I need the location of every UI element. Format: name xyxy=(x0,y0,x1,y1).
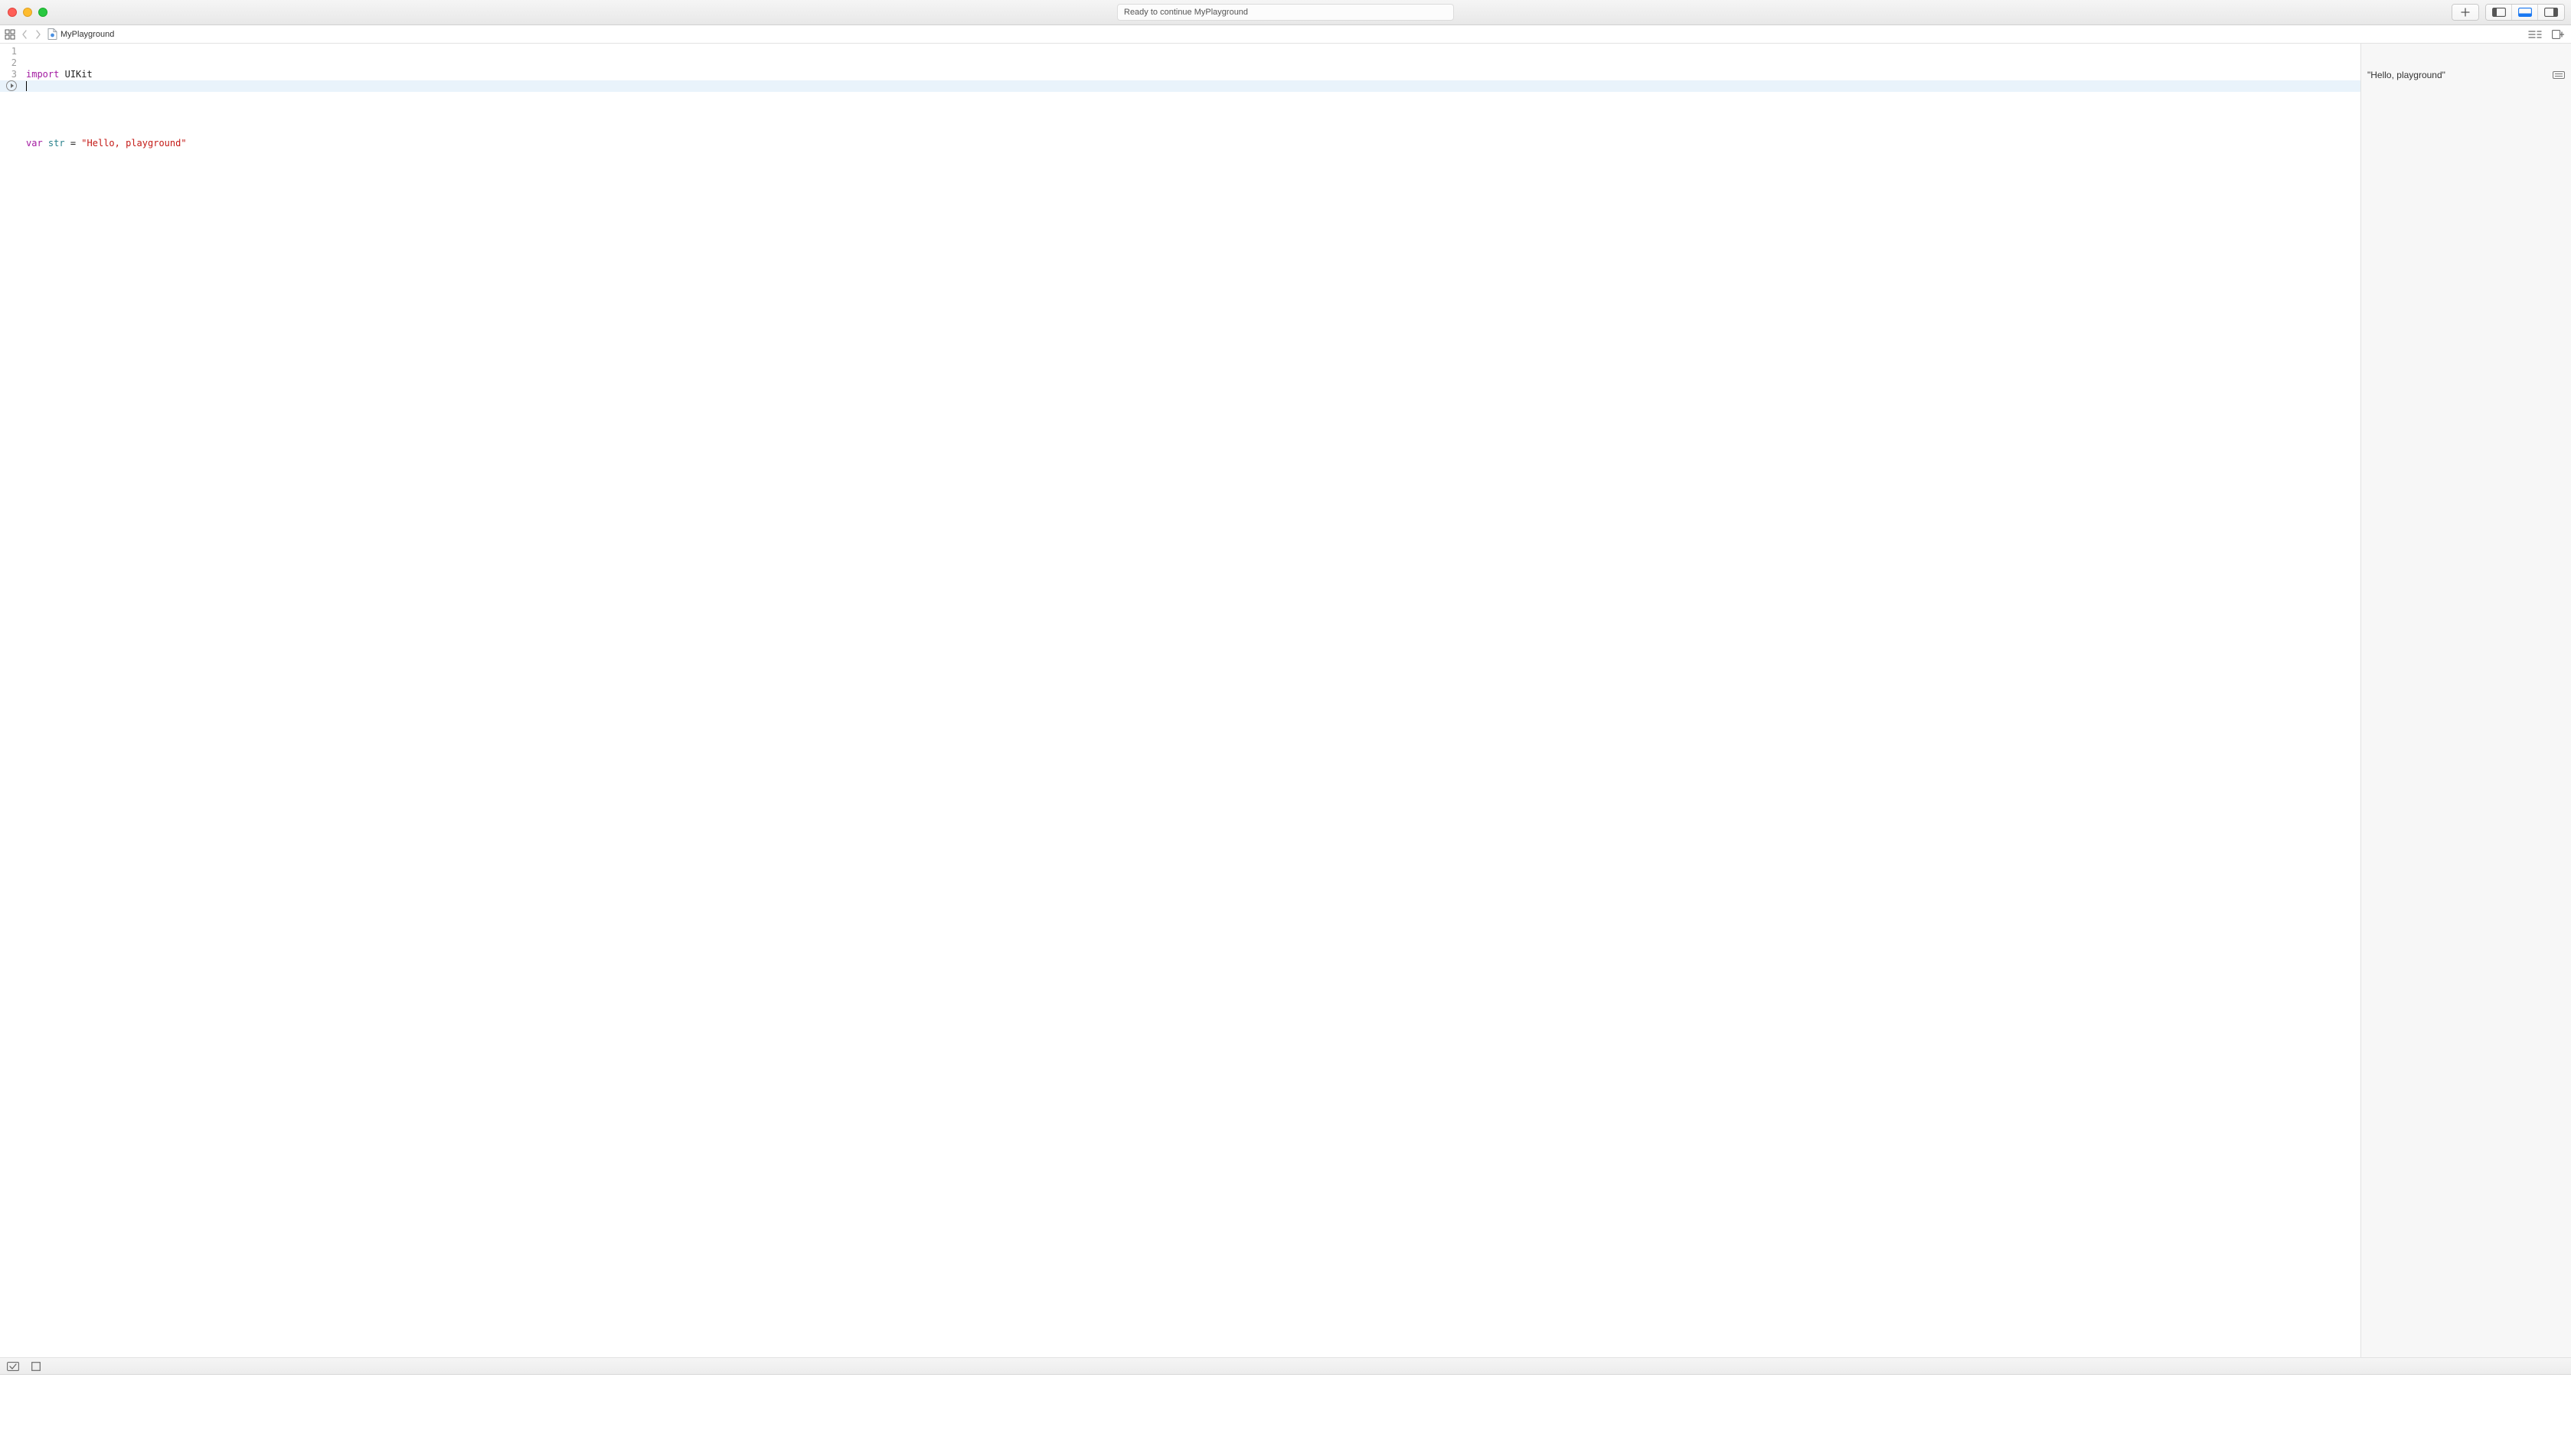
line-number: 3 xyxy=(0,69,23,80)
history-back-button[interactable] xyxy=(20,30,29,39)
code-content[interactable]: import UIKit var str = "Hello, playgroun… xyxy=(26,46,2360,207)
identifier: str xyxy=(48,138,65,149)
window-controls xyxy=(8,8,47,17)
code-editor[interactable]: 1 2 3 import UIKit var str = "Hello, pla… xyxy=(0,44,2360,1357)
main-area: 1 2 3 import UIKit var str = "Hello, pla… xyxy=(0,44,2571,1358)
chevron-right-icon xyxy=(35,30,41,39)
result-value: "Hello, playground" xyxy=(2367,70,2445,80)
swift-document-icon xyxy=(47,28,57,40)
window-titlebar: Ready to continue MyPlayground xyxy=(0,0,2571,25)
run-playground-button[interactable] xyxy=(6,80,17,91)
text-caret xyxy=(26,81,27,91)
right-panel-icon xyxy=(2544,8,2558,17)
module-name: UIKit xyxy=(65,69,93,80)
line-number: 2 xyxy=(0,57,23,69)
library-add-button[interactable] xyxy=(2452,5,2478,20)
related-items-button[interactable] xyxy=(5,29,15,40)
toggle-debug-area-button[interactable] xyxy=(2512,5,2538,20)
toggle-breakpoints-button[interactable] xyxy=(6,1360,20,1373)
toggle-inspectors-button[interactable] xyxy=(2538,5,2564,20)
window-close-button[interactable] xyxy=(8,8,17,17)
paragraph-lines-icon xyxy=(2528,30,2542,39)
jump-bar-left: MyPlayground xyxy=(5,28,114,40)
quick-look-icon[interactable] xyxy=(2553,71,2565,79)
editor-options-button[interactable] xyxy=(2527,28,2543,41)
debug-view-button[interactable] xyxy=(29,1360,43,1373)
panel-toggle-group xyxy=(2485,4,2565,21)
code-line xyxy=(26,172,2360,184)
results-sidebar: "Hello, playground" xyxy=(2360,44,2571,1357)
plus-icon xyxy=(2460,7,2471,18)
keyword: var xyxy=(26,138,43,149)
result-row[interactable]: "Hello, playground" xyxy=(2361,69,2571,80)
debug-toolbar xyxy=(0,1358,2571,1375)
code-line: import UIKit xyxy=(26,69,2360,80)
window-minimize-button[interactable] xyxy=(23,8,32,17)
window-zoom-button[interactable] xyxy=(38,8,47,17)
line-number: 1 xyxy=(0,46,23,57)
keyword: import xyxy=(26,69,59,80)
jump-bar-right xyxy=(2527,28,2566,41)
bottom-panel-icon xyxy=(2518,8,2532,17)
activity-viewer[interactable]: Ready to continue MyPlayground xyxy=(1117,4,1454,21)
code-line xyxy=(26,103,2360,115)
code-line: var str = "Hello, playground" xyxy=(26,138,2360,149)
add-editor-button[interactable] xyxy=(2550,28,2566,41)
editor-gutter: 1 2 3 xyxy=(0,44,23,1357)
square-icon xyxy=(31,1362,41,1371)
history-forward-button[interactable] xyxy=(34,30,43,39)
add-pane-icon xyxy=(2552,30,2564,39)
console-area[interactable] xyxy=(0,1375,2571,1456)
chevron-left-icon xyxy=(21,30,28,39)
left-panel-icon xyxy=(2492,8,2506,17)
jump-bar-document-name: MyPlayground xyxy=(60,30,114,39)
titlebar-right-controls xyxy=(2452,4,2565,21)
jump-bar-path-item[interactable]: MyPlayground xyxy=(47,28,114,40)
toggle-navigator-button[interactable] xyxy=(2486,5,2512,20)
library-add-button-group xyxy=(2452,4,2479,21)
grid-icon xyxy=(5,29,15,40)
string-literal: "Hello, playground" xyxy=(81,138,186,149)
jump-bar: MyPlayground xyxy=(0,25,2571,44)
operator: = xyxy=(65,138,82,149)
activity-status-text: Ready to continue MyPlayground xyxy=(1124,8,1248,17)
breakpoint-toggle-icon xyxy=(7,1362,19,1371)
